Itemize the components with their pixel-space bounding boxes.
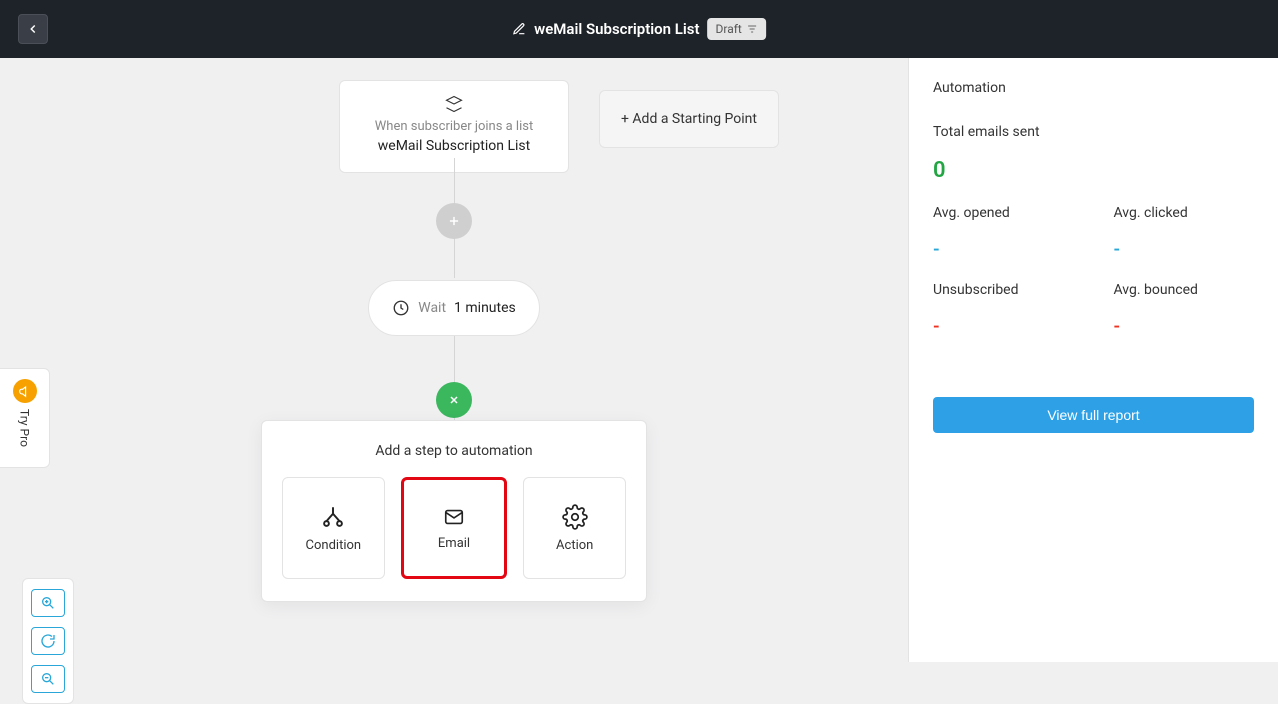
- try-pro-tab[interactable]: Try Pro: [0, 368, 50, 468]
- add-starting-point-button[interactable]: + Add a Starting Point: [599, 90, 779, 148]
- automation-canvas[interactable]: When subscriber joins a list weMail Subs…: [0, 58, 908, 662]
- unsubscribed-value: -: [933, 316, 1074, 337]
- zoom-out-button[interactable]: [31, 665, 65, 693]
- wait-value: 1 minutes: [454, 300, 516, 316]
- step-option-label: Condition: [306, 538, 362, 553]
- zoom-reset-button[interactable]: [31, 627, 65, 655]
- pencil-icon[interactable]: [512, 22, 526, 36]
- wait-node[interactable]: Wait 1 minutes: [368, 280, 540, 336]
- step-option-action[interactable]: Action: [523, 477, 626, 579]
- branch-icon: [320, 504, 346, 530]
- close-icon: [448, 394, 460, 406]
- avg-clicked-label: Avg. clicked: [1114, 205, 1255, 221]
- avg-opened-value: -: [933, 239, 1074, 260]
- refresh-icon: [40, 633, 56, 649]
- total-emails-value: 0: [933, 158, 1254, 183]
- main: When subscriber joins a list weMail Subs…: [0, 58, 1278, 662]
- avg-clicked-value: -: [1114, 239, 1255, 260]
- zoom-out-icon: [40, 671, 56, 687]
- start-node-title: weMail Subscription List: [350, 138, 558, 154]
- step-option-label: Action: [556, 538, 593, 553]
- zoom-in-icon: [40, 595, 56, 611]
- draft-badge[interactable]: Draft: [708, 18, 766, 40]
- topbar-center: weMail Subscription List Draft: [512, 18, 766, 40]
- step-option-condition[interactable]: Condition: [282, 477, 385, 579]
- total-emails-label: Total emails sent: [933, 124, 1254, 140]
- add-step-button[interactable]: [436, 203, 472, 239]
- wait-label: Wait: [418, 300, 446, 316]
- start-node-subtitle: When subscriber joins a list: [350, 119, 558, 134]
- layers-icon: [445, 95, 463, 113]
- clock-icon: [392, 299, 410, 317]
- close-step-button[interactable]: [436, 382, 472, 418]
- automation-sidebar: Automation Total emails sent 0 Avg. open…: [908, 58, 1278, 662]
- plus-icon: [447, 214, 461, 228]
- megaphone-icon: [13, 379, 37, 403]
- popup-title: Add a step to automation: [282, 443, 626, 459]
- back-button[interactable]: [18, 14, 48, 44]
- avg-opened-label: Avg. opened: [933, 205, 1074, 221]
- step-option-label: Email: [438, 536, 470, 551]
- avg-bounced-value: -: [1114, 316, 1255, 337]
- view-full-report-button[interactable]: View full report: [933, 397, 1254, 433]
- page-title: weMail Subscription List: [534, 20, 699, 38]
- try-pro-label: Try Pro: [18, 409, 32, 447]
- add-step-popup: Add a step to automation Condition Email…: [261, 420, 647, 602]
- filter-icon: [746, 23, 758, 35]
- avg-bounced-label: Avg. bounced: [1114, 282, 1255, 298]
- sidebar-title: Automation: [933, 80, 1254, 96]
- draft-badge-text: Draft: [716, 22, 742, 36]
- unsubscribed-label: Unsubscribed: [933, 282, 1074, 298]
- step-options: Condition Email Action: [282, 477, 626, 579]
- topbar: weMail Subscription List Draft: [0, 0, 1278, 58]
- zoom-controls: [22, 578, 74, 704]
- step-option-email[interactable]: Email: [401, 477, 508, 579]
- gear-icon: [562, 504, 588, 530]
- zoom-in-button[interactable]: [31, 589, 65, 617]
- mail-icon: [441, 506, 467, 528]
- arrow-left-icon: [26, 22, 40, 36]
